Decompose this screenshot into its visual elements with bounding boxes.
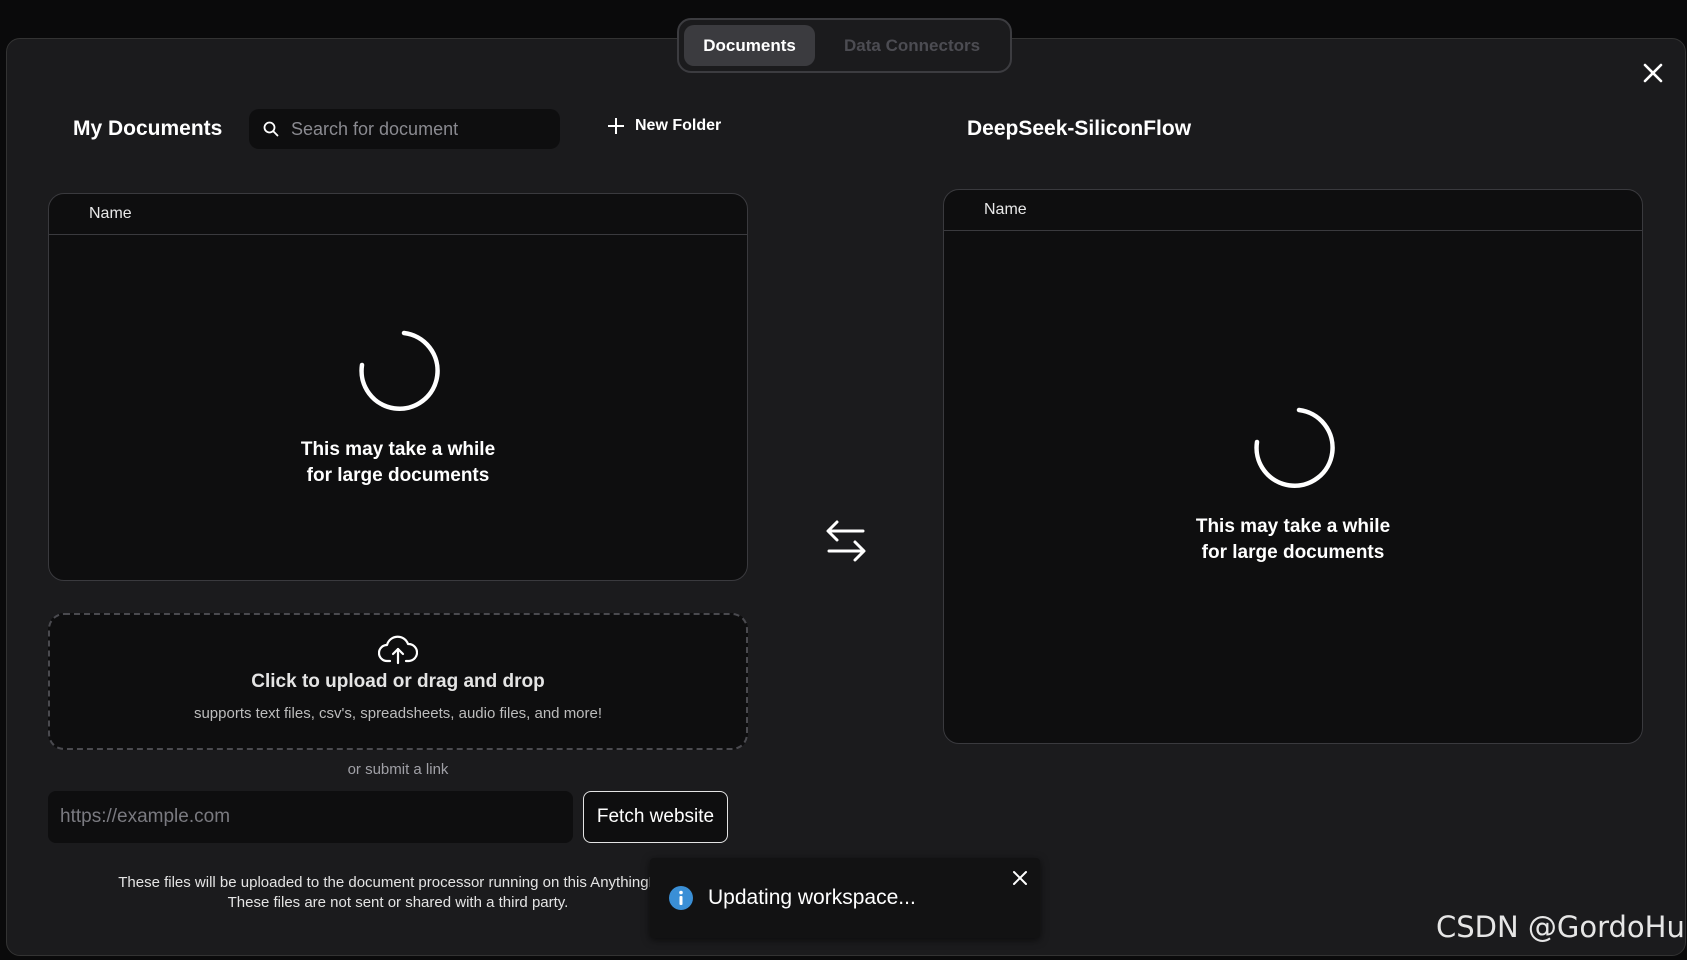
search-box[interactable] [249,109,560,149]
my-documents-panel: Name This may take a while for large doc… [48,193,748,581]
plus-icon [608,118,624,134]
upload-dropzone[interactable]: Click to upload or drag and drop support… [48,613,748,750]
or-submit-link-text: or submit a link [347,761,449,778]
disclaimer-line-1: These files will be uploaded to the docu… [118,874,678,891]
spinner-icon [1254,407,1335,488]
loading-indicator: This may take a while for large document… [49,329,747,489]
toast-notification: Updating workspace... [650,858,1040,938]
info-icon [669,886,693,910]
tab-documents[interactable]: Documents [684,25,816,66]
loading-text: This may take a while for large document… [1195,516,1391,563]
upload-title: Click to upload or drag and drop [251,671,545,692]
cloud-upload-icon [378,635,418,665]
search-icon [263,121,279,137]
upload-disclaimer: These files will be uploaded to the docu… [48,873,748,913]
new-folder-label: New Folder [635,117,722,134]
name-column-header[interactable]: Name [49,194,747,235]
tab-bar: Documents Data Connectors [677,18,1012,73]
my-documents-title: My Documents [73,117,223,140]
upload-subtitle: supports text files, csv's, spreadsheets… [193,705,603,722]
loading-indicator: This may take a while for large document… [944,406,1642,566]
toast-message: Updating workspace... [708,886,916,909]
url-input[interactable] [48,791,573,843]
document-manager-modal: My Documents New Folder DeepSeek-Silicon… [6,38,1686,956]
name-column-header[interactable]: Name [944,190,1642,231]
close-icon[interactable] [1639,59,1667,87]
spinner-icon [359,330,440,411]
swap-arrows-icon[interactable] [823,519,869,563]
tab-data-connectors[interactable]: Data Connectors [819,25,1005,66]
workspace-title: DeepSeek-SiliconFlow [967,117,1192,140]
search-input[interactable] [291,118,541,140]
loading-text: This may take a while for large document… [300,439,496,486]
workspace-documents-panel: Name This may take a while for large doc… [943,189,1643,744]
new-folder-button[interactable]: New Folder [607,117,721,135]
watermark: CSDN @GordoHu [1436,910,1685,944]
disclaimer-line-2: These files are not sent or shared with … [227,894,569,911]
fetch-website-button[interactable]: Fetch website [583,791,728,843]
close-icon[interactable] [1012,870,1028,886]
